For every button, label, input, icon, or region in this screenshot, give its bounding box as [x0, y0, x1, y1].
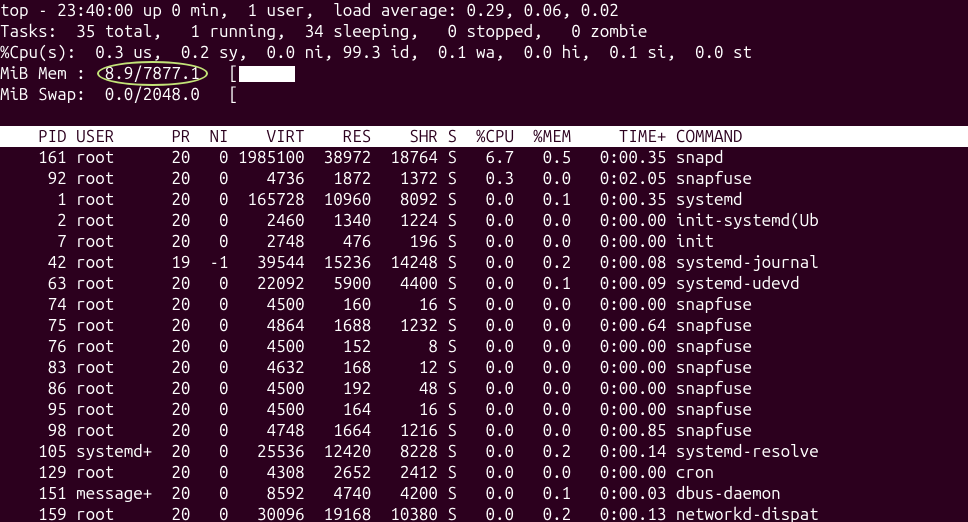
process-row[interactable]: 159 root 20 0 30096 19168 10380 S 0.0 0.…: [0, 504, 968, 522]
cpu-line: %Cpu(s): 0.3 us, 0.2 sy, 0.0 ni, 99.3 id…: [0, 42, 968, 63]
process-row[interactable]: 83 root 20 0 4632 168 12 S 0.0 0.0 0:00.…: [0, 357, 968, 378]
mem-line: MiB Mem : 8.9/7877.1 [ ]: [0, 63, 968, 84]
mem-after2: ]: [295, 64, 968, 83]
process-row[interactable]: 2 root 20 0 2460 1340 1224 S 0.0 0.0 0:0…: [0, 210, 968, 231]
process-row[interactable]: 95 root 20 0 4500 164 16 S 0.0 0.0 0:00.…: [0, 399, 968, 420]
process-row[interactable]: 63 root 20 0 22092 5900 4400 S 0.0 0.1 0…: [0, 273, 968, 294]
mem-label: MiB Mem :: [0, 64, 105, 83]
process-row[interactable]: 76 root 20 0 4500 152 8 S 0.0 0.0 0:00.0…: [0, 336, 968, 357]
process-row[interactable]: 129 root 20 0 4308 2652 2412 S 0.0 0.0 0…: [0, 462, 968, 483]
process-row[interactable]: 86 root 20 0 4500 192 48 S 0.0 0.0 0:00.…: [0, 378, 968, 399]
top-summary-line: top - 23:40:00 up 0 min, 1 user, load av…: [0, 0, 968, 21]
process-row[interactable]: 1 root 20 0 165728 10960 8092 S 0.0 0.1 …: [0, 189, 968, 210]
process-row[interactable]: 105 systemd+ 20 0 25536 12420 8228 S 0.0…: [0, 441, 968, 462]
tasks-line: Tasks: 35 total, 1 running, 34 sleeping,…: [0, 21, 968, 42]
process-row[interactable]: 151 message+ 20 0 8592 4740 4200 S 0.0 0…: [0, 483, 968, 504]
mem-usage-bar: [239, 66, 295, 82]
process-row[interactable]: 98 root 20 0 4748 1664 1216 S 0.0 0.0 0:…: [0, 420, 968, 441]
process-list[interactable]: 161 root 20 0 1985100 38972 18764 S 6.7 …: [0, 147, 968, 522]
process-row[interactable]: 42 root 19 -1 39544 15236 14248 S 0.0 0.…: [0, 252, 968, 273]
process-row[interactable]: 92 root 20 0 4736 1872 1372 S 0.3 0.0 0:…: [0, 168, 968, 189]
process-row[interactable]: 74 root 20 0 4500 160 16 S 0.0 0.0 0:00.…: [0, 294, 968, 315]
process-row[interactable]: 75 root 20 0 4864 1688 1232 S 0.0 0.0 0:…: [0, 315, 968, 336]
process-row[interactable]: 7 root 20 0 2748 476 196 S 0.0 0.0 0:00.…: [0, 231, 968, 252]
column-header[interactable]: PID USER PR NI VIRT RES SHR S %CPU %MEM …: [0, 126, 968, 147]
mem-value-highlight: 8.9/7877.1: [105, 63, 200, 84]
blank-line: [0, 105, 968, 126]
swap-line: MiB Swap: 0.0/2048.0 [ ]: [0, 84, 968, 105]
mem-after1: [: [200, 64, 238, 83]
process-row[interactable]: 161 root 20 0 1985100 38972 18764 S 6.7 …: [0, 147, 968, 168]
